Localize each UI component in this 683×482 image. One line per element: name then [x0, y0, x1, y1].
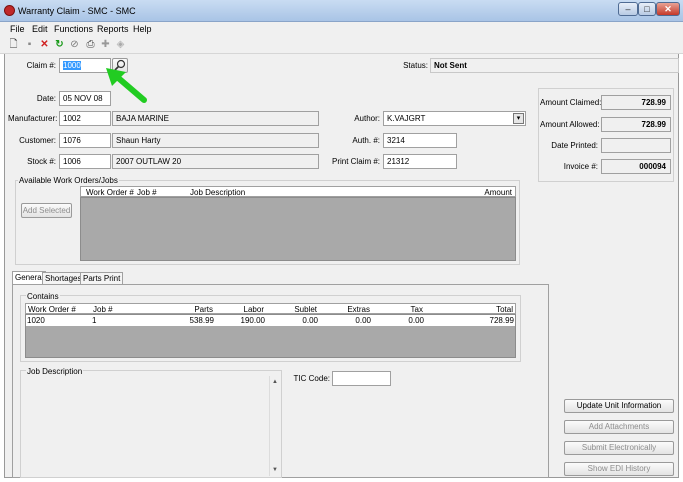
toolbar: 🗋 ▪ ✕ ↻ ⊘ ⎙ ✚ ◈: [0, 36, 683, 54]
col-job[interactable]: Job #: [93, 305, 113, 314]
add-icon[interactable]: ✚: [100, 39, 111, 50]
close-button[interactable]: ✕: [656, 2, 680, 16]
cell-labor: 190.00: [240, 316, 265, 325]
manufacturer-code-field[interactable]: 1002: [59, 111, 111, 126]
print-icon[interactable]: ⎙: [85, 39, 96, 50]
stock-label: Stock #:: [27, 157, 56, 166]
tab-shortages[interactable]: Shortages: [42, 272, 85, 284]
author-select[interactable]: K.VAJGRT ▾: [383, 111, 526, 126]
delete-icon[interactable]: ✕: [39, 39, 50, 50]
add-selected-button[interactable]: Add Selected: [21, 203, 72, 218]
amount-claimed-label: Amount Claimed:: [540, 98, 602, 107]
stock-code-field[interactable]: 1006: [59, 154, 111, 169]
job-description-textarea[interactable]: [24, 376, 279, 476]
contains-title: Contains: [26, 292, 60, 301]
maximize-button[interactable]: □: [638, 2, 656, 16]
auth-field[interactable]: 3214: [383, 133, 457, 148]
author-label: Author:: [354, 114, 380, 123]
claim-label: Claim #:: [26, 61, 56, 70]
date-printed-value: [601, 138, 671, 153]
add-attachments-button[interactable]: Add Attachments: [564, 420, 674, 434]
date-label: Date:: [36, 94, 56, 103]
cell-sublet: 0.00: [302, 316, 318, 325]
work-orders-header: Work Order # Job # Job Description Amoun…: [80, 186, 516, 197]
chevron-down-icon[interactable]: ▾: [513, 113, 524, 124]
col-work-order[interactable]: Work Order #: [28, 305, 76, 314]
status-label: Status:: [403, 61, 428, 70]
cell-work-order: 1020: [27, 316, 45, 325]
amount-allowed-value: 728.99: [601, 117, 671, 132]
customer-name-field: Shaun Harty: [112, 133, 319, 148]
col-tax[interactable]: Tax: [411, 305, 423, 314]
manufacturer-name-field: BAJA MARINE: [112, 111, 319, 126]
cancel-icon[interactable]: ⊘: [69, 39, 80, 50]
menu-bar: File Edit Functions Reports Help: [0, 22, 683, 36]
tic-code-field[interactable]: [332, 371, 391, 386]
menu-functions[interactable]: Functions: [54, 24, 93, 34]
show-edi-history-button[interactable]: Show EDI History: [564, 462, 674, 476]
menu-help[interactable]: Help: [133, 24, 152, 34]
date-printed-label: Date Printed:: [551, 141, 598, 150]
menu-file[interactable]: File: [10, 24, 25, 34]
contains-header: Work Order # Job # Parts Labor Sublet Ex…: [25, 303, 516, 314]
col-total[interactable]: Total: [496, 305, 513, 314]
cell-tax: 0.00: [408, 316, 424, 325]
col-parts[interactable]: Parts: [194, 305, 213, 314]
customer-label: Customer:: [19, 136, 56, 145]
auth-label: Auth. #:: [352, 136, 380, 145]
update-unit-button[interactable]: Update Unit Information: [564, 399, 674, 413]
cell-total: 728.99: [489, 316, 514, 325]
scroll-up-icon[interactable]: ▲: [272, 379, 278, 385]
cell-parts: 538.99: [189, 316, 214, 325]
minimize-button[interactable]: –: [618, 2, 638, 16]
manufacturer-label: Manufacturer:: [8, 114, 58, 123]
new-icon[interactable]: 🗋: [8, 39, 19, 50]
invoice-value: 000094: [601, 159, 671, 174]
stock-name-field: 2007 OUTLAW 20: [112, 154, 319, 169]
col-extras[interactable]: Extras: [347, 305, 370, 314]
tab-parts-print[interactable]: Parts Print: [80, 272, 124, 284]
menu-edit[interactable]: Edit: [32, 24, 48, 34]
col-work-order[interactable]: Work Order #: [86, 188, 134, 197]
scroll-down-icon[interactable]: ▼: [272, 467, 278, 473]
print-claim-label: Print Claim #:: [331, 157, 380, 166]
work-orders-title: Available Work Orders/Jobs: [18, 176, 119, 185]
window-title: Warranty Claim - SMC - SMC: [18, 6, 136, 16]
status-value: Not Sent: [430, 58, 679, 73]
submit-electronically-button[interactable]: Submit Electronically: [564, 441, 674, 455]
col-job[interactable]: Job #: [137, 188, 157, 197]
amount-allowed-label: Amount Allowed:: [540, 120, 600, 129]
title-bar: Warranty Claim - SMC - SMC – □ ✕: [0, 0, 683, 22]
job-description-label: Job Description: [26, 367, 84, 376]
job-description-scrollbar[interactable]: ▲ ▼: [269, 376, 279, 476]
cell-job: 1: [92, 316, 97, 325]
attach-icon[interactable]: ◈: [115, 39, 126, 50]
customer-code-field[interactable]: 1076: [59, 133, 111, 148]
col-job-description[interactable]: Job Description: [190, 188, 245, 197]
work-orders-grid[interactable]: [80, 197, 516, 261]
table-row[interactable]: 1020 1 538.99 190.00 0.00 0.00 0.00 728.…: [26, 315, 515, 326]
menu-reports[interactable]: Reports: [97, 24, 129, 34]
col-sublet[interactable]: Sublet: [294, 305, 317, 314]
invoice-label: Invoice #:: [563, 162, 598, 171]
save-icon[interactable]: ▪: [24, 39, 35, 50]
col-amount[interactable]: Amount: [484, 188, 512, 197]
date-field[interactable]: 05 NOV 08: [59, 91, 111, 106]
amount-claimed-value: 728.99: [601, 95, 671, 110]
tic-code-label: TIC Code:: [293, 374, 330, 383]
col-labor[interactable]: Labor: [244, 305, 264, 314]
cell-extras: 0.00: [355, 316, 371, 325]
app-icon: [4, 5, 15, 16]
print-claim-field[interactable]: 21312: [383, 154, 457, 169]
refresh-icon[interactable]: ↻: [54, 39, 65, 50]
